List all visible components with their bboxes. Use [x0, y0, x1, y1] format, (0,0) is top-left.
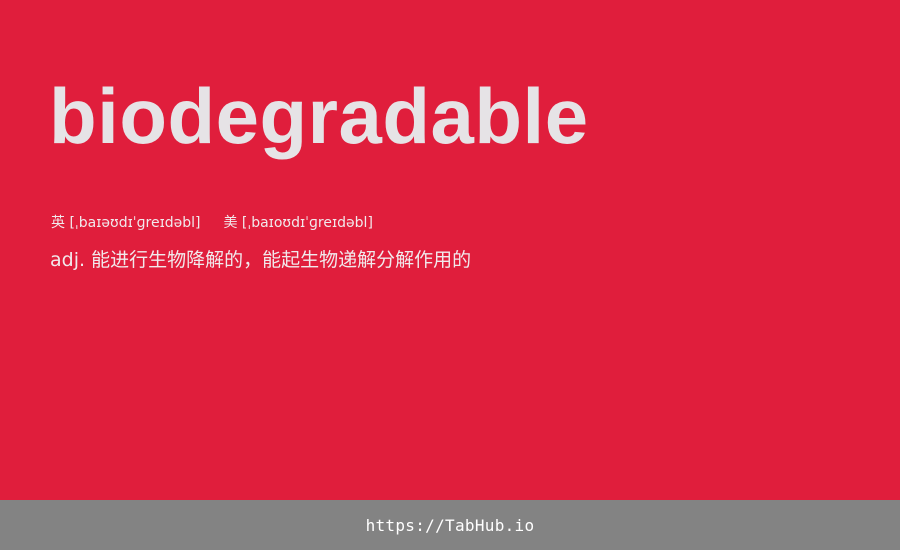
pronunciation-line: 英 [ˌbaɪəʊdɪˈɡreɪdəbl] 美 [ˌbaɪoʊdɪˈɡreɪdə…: [51, 213, 373, 233]
uk-ipa: [ˌbaɪəʊdɪˈɡreɪdəbl]: [69, 215, 201, 231]
uk-label: 英: [51, 215, 65, 231]
definition-text: 能进行生物降解的，能起生物递解分解作用的: [91, 249, 472, 271]
footer-bar: https://TabHub.io: [0, 500, 900, 550]
definition-line: adj. 能进行生物降解的，能起生物递解分解作用的: [50, 246, 471, 274]
footer-link[interactable]: https://TabHub.io: [366, 516, 535, 535]
us-label: 美: [223, 215, 238, 231]
part-of-speech: adj.: [50, 249, 86, 271]
headword: biodegradable: [49, 72, 589, 160]
us-ipa: [ˌbaɪoʊdɪˈɡreɪdəbl]: [241, 215, 373, 231]
word-card: biodegradable 英 [ˌbaɪəʊdɪˈɡreɪdəbl] 美 [ˌ…: [0, 0, 900, 500]
